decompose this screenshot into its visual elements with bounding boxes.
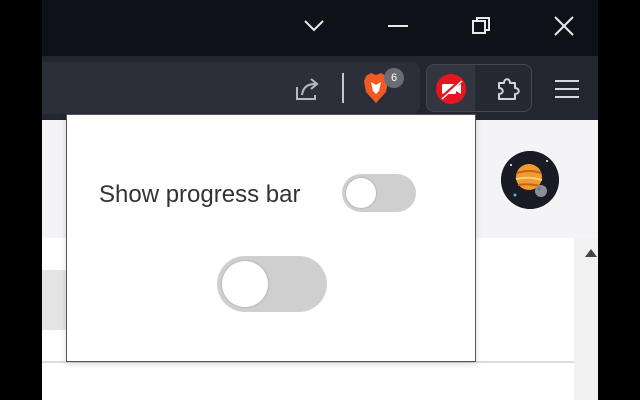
extensions-button[interactable] [490,72,526,106]
restore-button[interactable] [465,10,497,42]
restore-icon [472,17,490,34]
minimize-button[interactable] [382,10,414,42]
toolbar-divider [342,73,344,103]
avatar[interactable] [501,151,559,209]
extension-popup: Show progress bar [66,114,476,362]
close-icon [554,16,574,36]
close-button[interactable] [548,10,580,42]
minimize-icon [388,25,408,27]
show-progress-bar-toggle[interactable] [342,174,416,212]
shields-count-badge: 6 [384,68,404,88]
scrollbar-track[interactable] [574,238,598,400]
chevron-down-icon [304,20,324,32]
main-toggle[interactable] [217,256,327,312]
toggle-knob [222,261,268,307]
video-off-extension-icon [436,74,466,104]
share-icon [296,78,319,100]
share-button[interactable] [290,72,324,106]
main-menu-button[interactable] [550,74,584,104]
show-progress-bar-label: Show progress bar [99,181,301,208]
left-backdrop [0,0,42,400]
right-backdrop [598,0,640,400]
hamburger-menu-icon [555,80,579,98]
planet-avatar-icon [501,151,559,209]
puzzle-icon [498,78,520,100]
scroll-up-arrow-icon[interactable] [585,249,597,257]
tab-search-button[interactable] [298,10,330,42]
toggle-knob [346,178,376,208]
video-off-extension-button[interactable] [433,72,469,106]
